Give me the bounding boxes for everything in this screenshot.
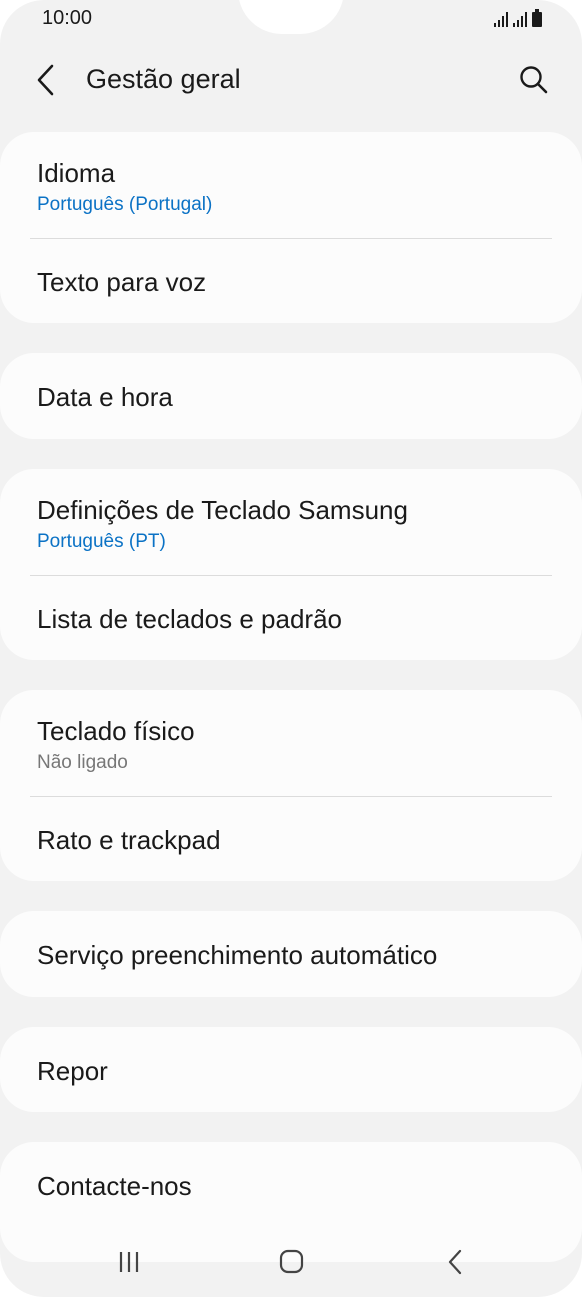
list-item-contacte-nos[interactable]: Contacte-nos: [0, 1142, 582, 1228]
signal-icon: [494, 11, 508, 27]
list-item-repor[interactable]: Repor: [0, 1027, 582, 1112]
phone-screen: 10:00 Gestão geral Idioma Português (Por…: [0, 0, 582, 1297]
item-title: Texto para voz: [37, 267, 207, 297]
settings-group-physical: Teclado físico Não ligado Rato e trackpa…: [0, 690, 582, 881]
battery-icon: [532, 9, 542, 27]
camera-notch: [238, 0, 344, 34]
status-time: 10:00: [42, 7, 93, 29]
settings-group-keyboard: Definições de Teclado Samsung Português …: [0, 469, 582, 660]
back-button[interactable]: [30, 60, 66, 100]
list-item-rato-e-trackpad[interactable]: Rato e trackpad: [0, 797, 582, 881]
recents-button[interactable]: [104, 1244, 154, 1280]
navigation-bar: [0, 1230, 582, 1297]
home-button[interactable]: [266, 1244, 316, 1280]
item-title: Lista de teclados e padrão: [37, 604, 342, 634]
settings-group-reset: Repor: [0, 1027, 582, 1112]
settings-group-autofill: Serviço preenchimento automático: [0, 911, 582, 997]
settings-group-language: Idioma Português (Portugal) Texto para v…: [0, 132, 582, 323]
list-item-preenchimento-automatico[interactable]: Serviço preenchimento automático: [0, 911, 582, 997]
list-item-lista-de-teclados[interactable]: Lista de teclados e padrão: [0, 576, 582, 660]
list-item-data-e-hora[interactable]: Data e hora: [0, 353, 582, 439]
recents-icon: [119, 1252, 139, 1272]
nav-back-button[interactable]: [430, 1244, 480, 1280]
item-subtitle: Português (Portugal): [37, 194, 213, 215]
item-title: Serviço preenchimento automático: [37, 940, 438, 970]
status-icons: [494, 9, 542, 27]
search-icon: [520, 66, 548, 94]
item-title: Contacte-nos: [37, 1171, 192, 1201]
item-title: Idioma: [37, 158, 116, 188]
page-title: Gestão geral: [86, 64, 241, 94]
list-item-teclado-fisico[interactable]: Teclado físico Não ligado: [0, 690, 582, 796]
list-item-texto-para-voz[interactable]: Texto para voz: [0, 239, 582, 323]
item-title: Definições de Teclado Samsung: [37, 495, 408, 525]
signal-icon-2: [513, 11, 527, 27]
list-item-idioma[interactable]: Idioma Português (Portugal): [0, 132, 582, 238]
settings-group-date: Data e hora: [0, 353, 582, 439]
list-item-teclado-samsung[interactable]: Definições de Teclado Samsung Português …: [0, 469, 582, 575]
item-subtitle: Português (PT): [37, 531, 166, 552]
item-title: Teclado físico: [37, 716, 195, 746]
home-icon: [279, 1249, 304, 1274]
item-title: Repor: [37, 1056, 108, 1086]
search-button[interactable]: [514, 60, 554, 100]
nav-back-icon: [448, 1249, 462, 1275]
app-header: Gestão geral: [0, 50, 582, 110]
item-title: Data e hora: [37, 382, 173, 412]
chevron-left-icon: [37, 64, 54, 96]
item-subtitle: Não ligado: [37, 752, 128, 773]
item-title: Rato e trackpad: [37, 825, 221, 855]
